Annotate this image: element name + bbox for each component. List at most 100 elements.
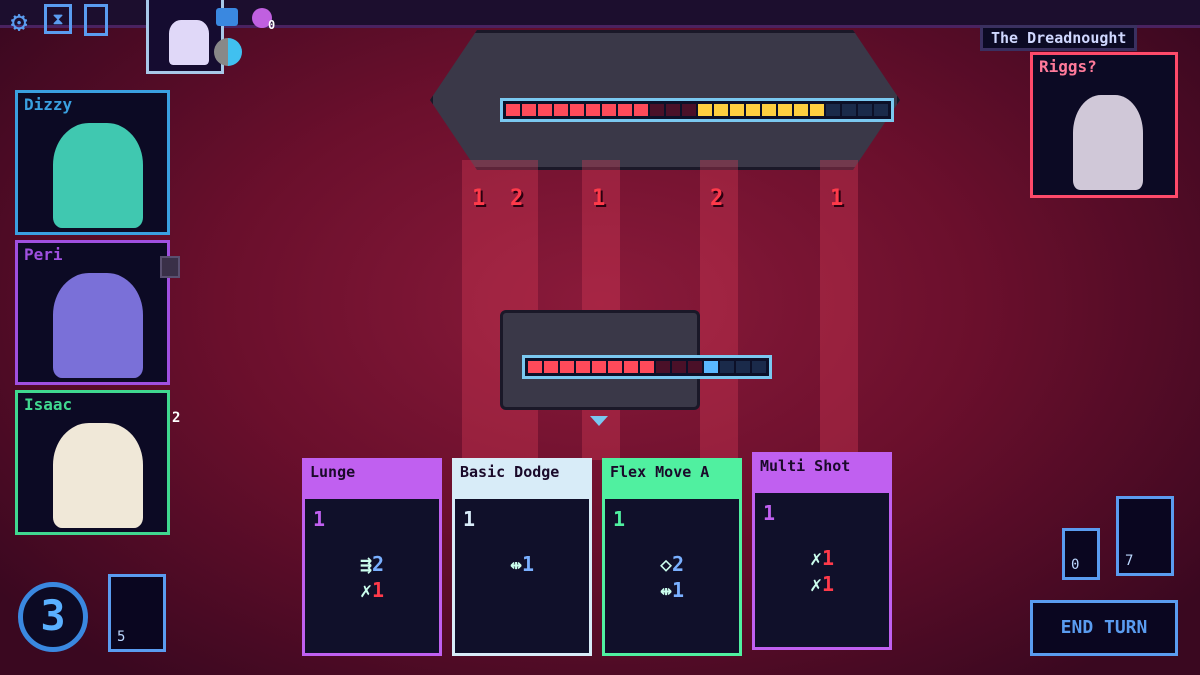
enemy-captain-portrait[interactable]: Riggs?	[1030, 52, 1178, 198]
cat-character	[169, 20, 209, 65]
hull-segment	[608, 361, 622, 373]
action-value: 1	[822, 546, 835, 570]
evade-icon: ⇶	[359, 552, 372, 576]
hourglass-icon[interactable]: ⧗	[44, 4, 72, 34]
crew-portrait-dizzy[interactable]: Dizzy	[15, 90, 170, 235]
crew-portrait-isaac[interactable]: Isaac	[15, 390, 170, 535]
card-cost: 1	[763, 501, 776, 525]
hull-segment	[778, 104, 792, 116]
hull-segment	[688, 361, 702, 373]
hull-segment	[794, 104, 808, 116]
intent-damage: 1	[830, 186, 844, 211]
hull-segment	[618, 104, 632, 116]
card-basic-dodge[interactable]: Basic Dodge 1 ⇹1	[452, 458, 592, 656]
deck-icon[interactable]	[84, 4, 108, 36]
enemy-ship-name: The Dreadnought	[980, 25, 1138, 51]
action-value: 1	[672, 578, 685, 602]
hull-segment	[666, 104, 680, 116]
discard-pile-count: 0	[1071, 557, 1080, 573]
action-value: 1	[372, 578, 385, 602]
attack-icon: ✗	[359, 578, 372, 602]
crew-character	[53, 273, 143, 378]
draw-pile[interactable]: 5	[108, 574, 166, 652]
hull-segment	[522, 104, 536, 116]
crew-character	[53, 423, 143, 528]
hull-segment	[762, 104, 776, 116]
peri-status-icon	[160, 256, 180, 278]
crew-name: Dizzy	[24, 95, 73, 114]
gear-icon[interactable]: ⚙	[4, 4, 34, 38]
artifact-counter: 0	[268, 18, 276, 32]
hull-segment	[538, 104, 552, 116]
card-title: Basic Dodge	[455, 461, 589, 499]
action-value: 2	[372, 552, 385, 576]
card-action: ✗1	[755, 571, 889, 597]
hull-segment	[752, 361, 766, 373]
timer-icon	[214, 38, 242, 66]
intent-damage: 2	[710, 186, 724, 211]
card-multi-shot[interactable]: Multi Shot 1 ✗1 ✗1	[752, 452, 892, 650]
intent-damage: 2	[510, 186, 524, 211]
attack-icon: ✗	[809, 546, 822, 570]
enemy-captain-name: Riggs?	[1039, 57, 1097, 76]
attack-icon: ✗	[809, 572, 822, 596]
action-value: 1	[822, 572, 835, 596]
action-value: 1	[522, 552, 535, 576]
action-value: 2	[672, 552, 685, 576]
hull-segment	[736, 361, 750, 373]
card-action: ⇹1	[605, 577, 739, 603]
hull-segment	[746, 104, 760, 116]
crew-character	[53, 123, 143, 228]
card-title: Flex Move A	[605, 461, 739, 499]
hull-segment	[810, 104, 824, 116]
card-title: Multi Shot	[755, 455, 889, 493]
hull-segment	[730, 104, 744, 116]
hull-segment	[672, 361, 686, 373]
hull-segment	[720, 361, 734, 373]
card-action: ✗1	[755, 545, 889, 571]
hull-segment	[570, 104, 584, 116]
riggs-character	[1073, 95, 1143, 190]
hull-segment	[650, 104, 664, 116]
hull-segment	[682, 104, 696, 116]
hull-segment	[656, 361, 670, 373]
ship-position-marker	[590, 416, 608, 426]
card-lunge[interactable]: Lunge 1 ⇶2 ✗1	[302, 458, 442, 656]
crew-name: Peri	[24, 245, 63, 264]
ai-portrait[interactable]	[146, 0, 224, 74]
hull-segment	[554, 104, 568, 116]
shield-status-icon	[216, 8, 238, 26]
card-action: ✗1	[305, 577, 439, 603]
hull-segment	[506, 104, 520, 116]
move-icon: ⇹	[509, 552, 522, 576]
hull-segment	[528, 361, 542, 373]
hull-segment	[714, 104, 728, 116]
hull-segment	[842, 104, 856, 116]
move-icon: ⇹	[659, 578, 672, 602]
card-action: ⇹1	[455, 551, 589, 577]
hull-segment	[576, 361, 590, 373]
card-cost: 1	[313, 507, 326, 531]
end-turn-button[interactable]: END TURN	[1030, 600, 1178, 656]
card-cost: 1	[613, 507, 626, 531]
isaac-drone-count: 2	[172, 410, 181, 426]
hull-segment	[602, 104, 616, 116]
intent-damage: 1	[472, 186, 486, 211]
discard-pile[interactable]: 0	[1062, 528, 1100, 580]
energy-counter: 3	[18, 582, 88, 652]
hull-segment	[586, 104, 600, 116]
crew-portrait-peri[interactable]: Peri	[15, 240, 170, 385]
exhaust-pile[interactable]: 7	[1116, 496, 1174, 576]
hull-segment	[592, 361, 606, 373]
hull-segment	[826, 104, 840, 116]
hull-segment	[704, 361, 718, 373]
hull-segment	[634, 104, 648, 116]
enemy-hull-bar	[500, 98, 894, 122]
card-title: Lunge	[305, 461, 439, 499]
card-flex-move-a[interactable]: Flex Move A 1 ◇2 ⇹1	[602, 458, 742, 656]
crew-name: Isaac	[24, 395, 73, 414]
exhaust-pile-count: 7	[1125, 553, 1134, 569]
hull-segment	[560, 361, 574, 373]
hull-segment	[640, 361, 654, 373]
card-cost: 1	[463, 507, 476, 531]
